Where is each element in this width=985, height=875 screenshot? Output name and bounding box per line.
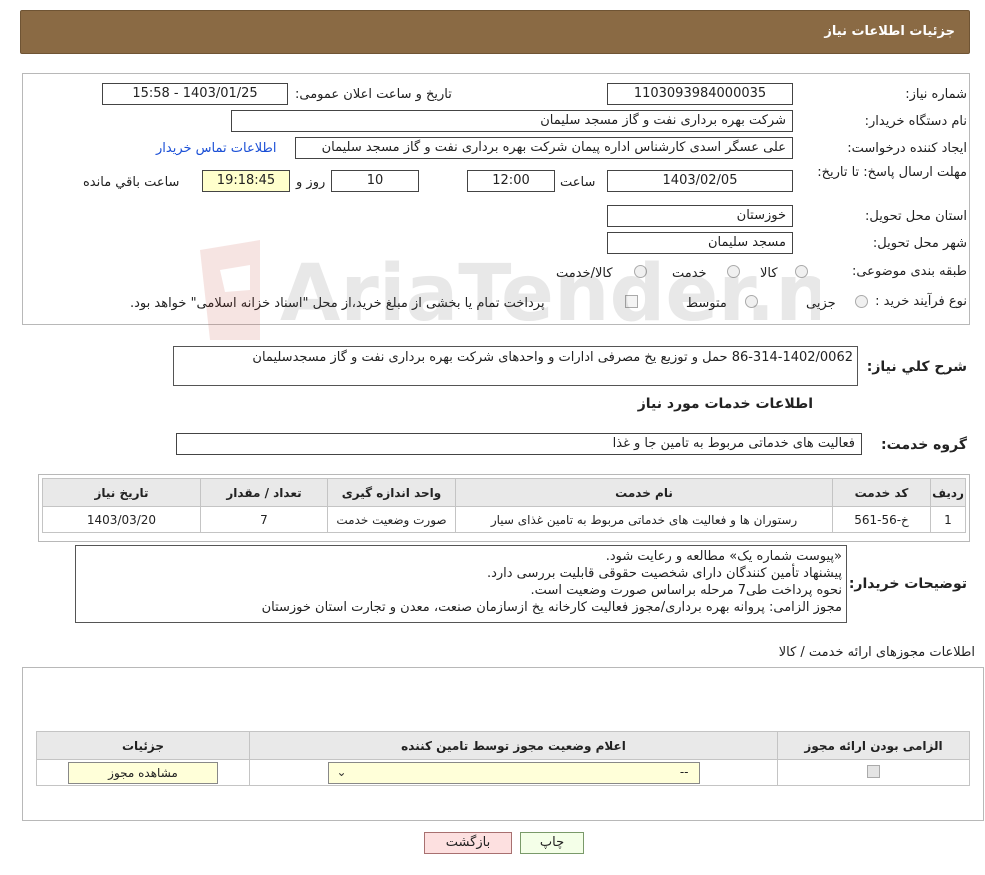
deadline-time-label: ساعت: [560, 175, 596, 190]
announce-date-field: 1403/01/25 - 15:58: [102, 83, 288, 105]
col-unit: واحد اندازه گیری: [327, 478, 456, 507]
process-option-minor: جزیی: [806, 296, 836, 311]
view-permit-button[interactable]: مشاهده مجوز: [68, 761, 218, 784]
col-date: تاریخ نیاز: [42, 478, 201, 507]
cell-row: 1: [930, 506, 966, 533]
service-group-label: گروه خدمت:: [881, 437, 967, 453]
buyer-contact-link[interactable]: اطلاعات تماس خریدار: [156, 141, 276, 156]
buyer-note-line: پیشنهاد تأمین کنندگان دارای شخصیت حقوقی …: [486, 566, 842, 581]
category-option-service: خدمت: [672, 266, 707, 281]
category-radio-both[interactable]: [634, 265, 647, 278]
cell-code: خ-56-561: [832, 506, 931, 533]
treasury-payment-checkbox[interactable]: [625, 295, 638, 308]
announce-date-label: تاریخ و ساعت اعلان عمومی:: [295, 87, 452, 102]
required-checkbox: [867, 764, 880, 778]
cell-unit: صورت وضعیت خدمت: [327, 506, 456, 533]
need-number-label: شماره نیاز:: [905, 87, 967, 102]
chevron-down-icon: ⌄: [336, 764, 347, 779]
permit-status-value: --: [679, 764, 689, 779]
cell-name: رستوران ها و فعالیت های خدماتی مربوط به …: [455, 506, 833, 533]
city-label: شهر محل تحویل:: [872, 236, 967, 251]
buyer-note-line: نحوه پرداخت طی7 مرحله براساس صورت وضعیت …: [530, 583, 842, 598]
category-radio-service[interactable]: [727, 265, 740, 278]
col-details: جزئیات: [36, 731, 250, 760]
table-row: 1 خ-56-561 رستوران ها و فعالیت های خدمات…: [42, 506, 966, 533]
permits-table-wrap: الزامی بودن ارائه مجوز اعلام وضعیت مجوز …: [36, 731, 970, 786]
category-label: طبقه بندی موضوعی:: [851, 264, 967, 279]
creator-label: ایجاد کننده درخواست:: [847, 141, 967, 156]
back-button[interactable]: بازگشت: [424, 832, 512, 854]
creator-field: علی عسگر اسدی کارشناس اداره پیمان شرکت ب…: [295, 137, 793, 159]
permits-section-title: اطلاعات مجوزهای ارائه خدمت / کالا: [778, 645, 975, 660]
category-option-both: کالا/خدمت: [556, 266, 613, 281]
category-option-goods: کالا: [760, 266, 778, 281]
page-title: جزئیات اطلاعات نیاز: [824, 24, 955, 39]
buyer-org-field: شرکت بهره برداری نفت و گاز مسجد سلیمان: [231, 110, 793, 132]
city-field: مسجد سلیمان: [607, 232, 793, 254]
summary-textarea[interactable]: 86-314-1402/0062 حمل و توزیع یخ مصرفی اد…: [173, 346, 858, 386]
buyer-org-label: نام دستگاه خریدار:: [864, 114, 967, 129]
buyer-note-line: مجوز الزامی: پروانه بهره برداری/مجوز فعا…: [261, 600, 842, 615]
summary-label: شرح كلي نياز:: [866, 359, 967, 375]
days-label: روز و: [296, 175, 326, 190]
cell-date: 1403/03/20: [42, 506, 201, 533]
table-row: ⌄ -- مشاهده مجوز: [36, 759, 970, 786]
deadline-date-field: 1403/02/05: [607, 170, 793, 192]
permits-table: الزامی بودن ارائه مجوز اعلام وضعیت مجوز …: [36, 731, 970, 786]
service-group-field: فعالیت های خدماتی مربوط به تامین جا و غذ…: [176, 433, 862, 455]
process-radio-medium[interactable]: [745, 295, 758, 308]
remaining-label: ساعت باقي مانده: [83, 175, 180, 190]
days-field: 10: [331, 170, 419, 192]
col-status: اعلام وضعیت مجوز توسط تامین کننده: [249, 731, 778, 760]
col-code: کد خدمت: [832, 478, 931, 507]
buyer-notes-textarea[interactable]: «پیوست شماره یک» مطالعه و رعایت شود. پیش…: [75, 545, 847, 623]
buyer-note-line: «پیوست شماره یک» مطالعه و رعایت شود.: [605, 549, 842, 564]
col-name: نام خدمت: [455, 478, 833, 507]
col-qty: تعداد / مقدار: [200, 478, 328, 507]
services-section-title: اطلاعات خدمات مورد نیاز: [637, 396, 813, 412]
remaining-time-field: 19:18:45: [202, 170, 290, 192]
services-table-panel: ردیف کد خدمت نام خدمت واحد اندازه گیری ت…: [38, 474, 970, 542]
buyer-notes-label: توضیحات خریدار:: [848, 576, 967, 592]
province-label: استان محل تحویل:: [865, 209, 967, 224]
process-option-medium: متوسط: [686, 296, 727, 311]
services-table: ردیف کد خدمت نام خدمت واحد اندازه گیری ت…: [42, 478, 966, 533]
process-label: نوع فرآیند خرید :: [875, 294, 967, 309]
print-button[interactable]: چاپ: [520, 832, 584, 854]
page-header: جزئیات اطلاعات نیاز: [20, 10, 970, 54]
treasury-payment-note: پرداخت تمام یا بخشی از مبلغ خرید،از محل …: [130, 296, 545, 311]
need-number-field: 1103093984000035: [607, 83, 793, 105]
province-field: خوزستان: [607, 205, 793, 227]
cell-qty: 7: [200, 506, 328, 533]
category-radio-goods[interactable]: [795, 265, 808, 278]
permit-status-select[interactable]: ⌄ --: [327, 761, 700, 784]
process-radio-minor[interactable]: [855, 295, 868, 308]
col-row: ردیف: [930, 478, 966, 507]
deadline-time-field: 12:00: [467, 170, 555, 192]
deadline-label: مهلت ارسال پاسخ: تا تاریخ:: [817, 165, 967, 180]
col-required: الزامی بودن ارائه مجوز: [777, 731, 970, 760]
